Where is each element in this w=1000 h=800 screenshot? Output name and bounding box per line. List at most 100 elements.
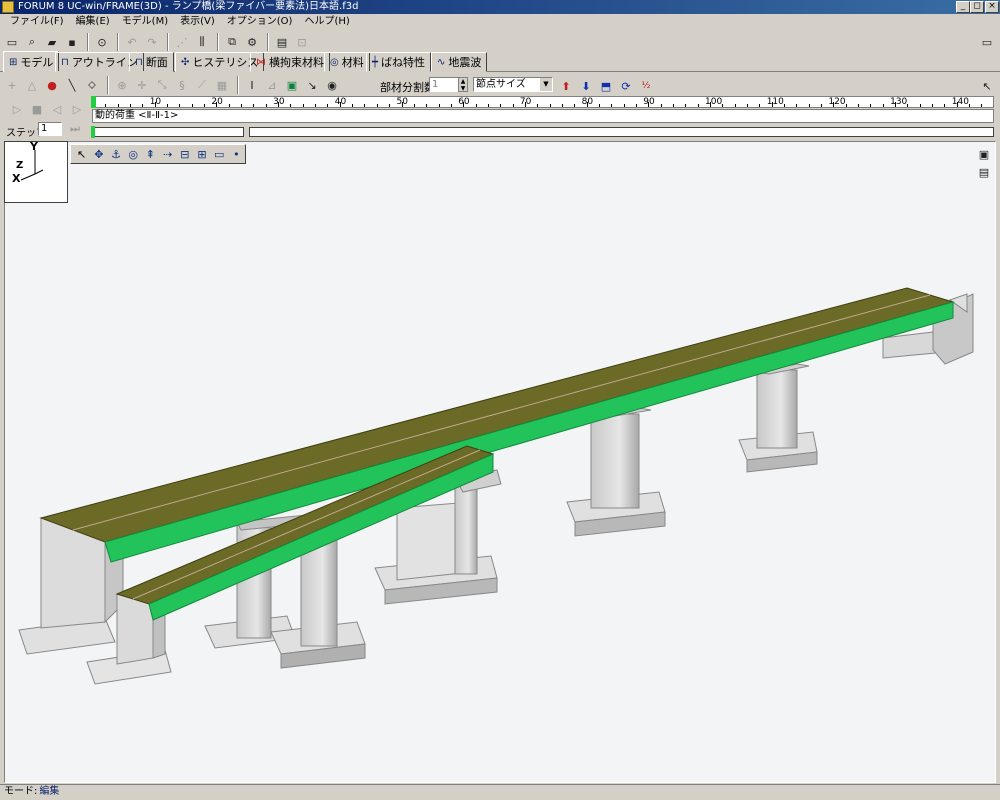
ruler-tick (130, 104, 132, 107)
side-view-icon[interactable]: ⊟ (176, 146, 193, 162)
divisions-spinner[interactable]: ▲ ▼ (458, 77, 468, 92)
stop-icon[interactable]: ■ (28, 100, 46, 118)
load-case-label: 動的荷重 <Ⅱ-Ⅱ-1> (95, 110, 179, 121)
menu-edit[interactable]: 編集(E) (70, 14, 116, 30)
divide-icon[interactable]: ⤡ (153, 76, 171, 94)
local-axis-icon[interactable]: ⊿ (263, 76, 281, 94)
list-icon[interactable]: ▤ (975, 163, 993, 181)
redo-icon[interactable]: ↷ (143, 33, 161, 51)
settings-icon[interactable]: ⚙ (243, 33, 261, 51)
step-scroll-bar[interactable] (249, 127, 994, 137)
ruler-tick (932, 104, 934, 107)
maximize-button[interactable]: ◻ (970, 1, 984, 13)
orbit-icon[interactable]: ◎ (125, 146, 142, 162)
menu-view[interactable]: 表示(V) (174, 14, 221, 30)
tab-spring-property[interactable]: ┿ ばね特性 (366, 52, 432, 72)
menu-file[interactable]: ファイル(F) (4, 14, 70, 30)
ruler-tick (660, 104, 662, 107)
graph-icon[interactable]: ⋰ (173, 33, 191, 51)
save-icon[interactable]: ▪ (63, 33, 81, 51)
spring-element-icon[interactable]: ⬦ (83, 76, 101, 94)
minimize-button[interactable]: _ (956, 1, 970, 13)
new-file-icon[interactable]: ▭ (3, 33, 21, 51)
step-cursor[interactable] (91, 126, 95, 138)
export-icon[interactable]: ⧉ (223, 33, 241, 51)
zoom-down-icon[interactable]: ⬇ (577, 77, 595, 95)
ruler-tick (537, 104, 539, 107)
step-input[interactable]: 1 (38, 122, 62, 136)
calc-icon[interactable]: ⊡ (293, 33, 311, 51)
zoom-up-icon[interactable]: ⬆ (557, 77, 575, 95)
zoom-window-icon[interactable]: ⇞ (142, 146, 159, 162)
results-icon[interactable]: ⫼ (193, 33, 211, 51)
front-view-icon[interactable]: ⇢ (159, 146, 176, 162)
panel-toggle-icon[interactable]: ▭ (978, 33, 996, 51)
ruler-tick (919, 104, 921, 107)
add-node-icon[interactable]: + (3, 76, 21, 94)
divisions-input[interactable]: 1 (429, 77, 459, 92)
menu-help[interactable]: ヘルプ(H) (298, 14, 355, 30)
tab-material[interactable]: ◎ 材料 (324, 52, 370, 72)
support-icon[interactable]: △ (23, 76, 41, 94)
dot-icon[interactable]: • (228, 146, 245, 162)
tab-seismic-wave[interactable]: ∿ 地震波 (431, 52, 488, 72)
pier-middle-right (566, 407, 666, 537)
load-icon[interactable]: ↘ (303, 76, 321, 94)
report-icon[interactable]: ▤ (273, 33, 291, 51)
step-forward-icon[interactable]: ▷ (68, 100, 86, 118)
load-case-bar: 動的荷重 <Ⅱ-Ⅱ-1> (92, 109, 994, 123)
refresh-icon[interactable]: ⟳ (617, 77, 635, 95)
copy-node-icon[interactable]: ✛ (133, 76, 151, 94)
step-back-icon[interactable]: ◁ (48, 100, 66, 118)
timeline-ruler[interactable]: 102030405060708090100110120130140 (92, 96, 994, 108)
select-pointer-icon[interactable]: ↖ (73, 146, 90, 162)
render-mode-icon[interactable]: ▣ (975, 145, 993, 163)
ruler-tick (722, 104, 724, 107)
display-toolbar: ⬆ ⬇ ⬒ ⟳ ½ (557, 77, 657, 95)
skip-end-icon[interactable]: ⏭ (66, 120, 84, 138)
section-tool-icon[interactable]: Ⅰ (243, 76, 261, 94)
tab-label: 地震波 (448, 56, 482, 69)
ruler-tick-label: 120 (828, 97, 846, 107)
fit-icon[interactable]: ⬒ (597, 77, 615, 95)
mesh-icon[interactable]: ▦ (213, 76, 231, 94)
ruler-tick (697, 104, 699, 107)
open-folder-icon[interactable]: ▰ (43, 33, 61, 51)
menu-model[interactable]: モデル(M) (116, 14, 174, 30)
rotate-icon[interactable]: § (173, 76, 191, 94)
chevron-down-icon[interactable]: ▼ (540, 78, 552, 91)
3d-viewport[interactable] (4, 141, 996, 783)
tab-model[interactable]: ⊞ モデル (3, 51, 60, 72)
window-title-bar: FORUM 8 UC-win/FRAME(3D) - ランプ橋(梁ファイバー要素… (0, 0, 1000, 14)
top-view-icon[interactable]: ⊞ (193, 146, 210, 162)
ruler-tick (870, 104, 872, 107)
rotate-view-icon[interactable]: ⚓ (107, 146, 124, 162)
menu-options[interactable]: オプション(O) (221, 14, 299, 30)
tab-confinement-material[interactable]: ⋈ 横拘束材料 (250, 52, 330, 72)
close-button[interactable]: × (985, 1, 999, 13)
pan-icon[interactable]: ✥ (90, 146, 107, 162)
play-icon[interactable]: ▷ (8, 100, 26, 118)
timeline-cursor[interactable] (91, 96, 96, 108)
app-icon[interactable] (2, 1, 14, 13)
preview-icon[interactable]: ⊙ (93, 33, 111, 51)
mirror-icon[interactable]: ⟋ (193, 76, 211, 94)
pointer-icon[interactable]: ↖ (978, 77, 996, 95)
half-icon[interactable]: ½ (637, 77, 655, 95)
move-icon[interactable]: ⊕ (113, 76, 131, 94)
tab-label: 横拘束材料 (269, 56, 324, 69)
step-progress-bar[interactable] (92, 127, 244, 137)
z-axis-label: Z (16, 160, 24, 171)
member-icon[interactable]: ╲ (63, 76, 81, 94)
ruler-tick (302, 104, 304, 107)
tab-section[interactable]: ⊓ 断面 (129, 52, 174, 72)
ruler-tick (858, 104, 860, 107)
check-icon[interactable]: ▣ (283, 76, 301, 94)
node-icon[interactable]: ● (43, 76, 61, 94)
eye-icon[interactable]: ◉ (323, 76, 341, 94)
main-toolbar: ▭ ⌕ ▰ ▪ ⊙ ↶ ↷ ⋰ ⫼ ⧉ ⚙ ▤ ⊡ (3, 32, 313, 52)
open-icon[interactable]: ⌕ (23, 33, 41, 51)
plan-view-icon[interactable]: ▭ (211, 146, 228, 162)
node-size-select[interactable]: 節点サイズ ▼ (473, 77, 553, 92)
undo-icon[interactable]: ↶ (123, 33, 141, 51)
